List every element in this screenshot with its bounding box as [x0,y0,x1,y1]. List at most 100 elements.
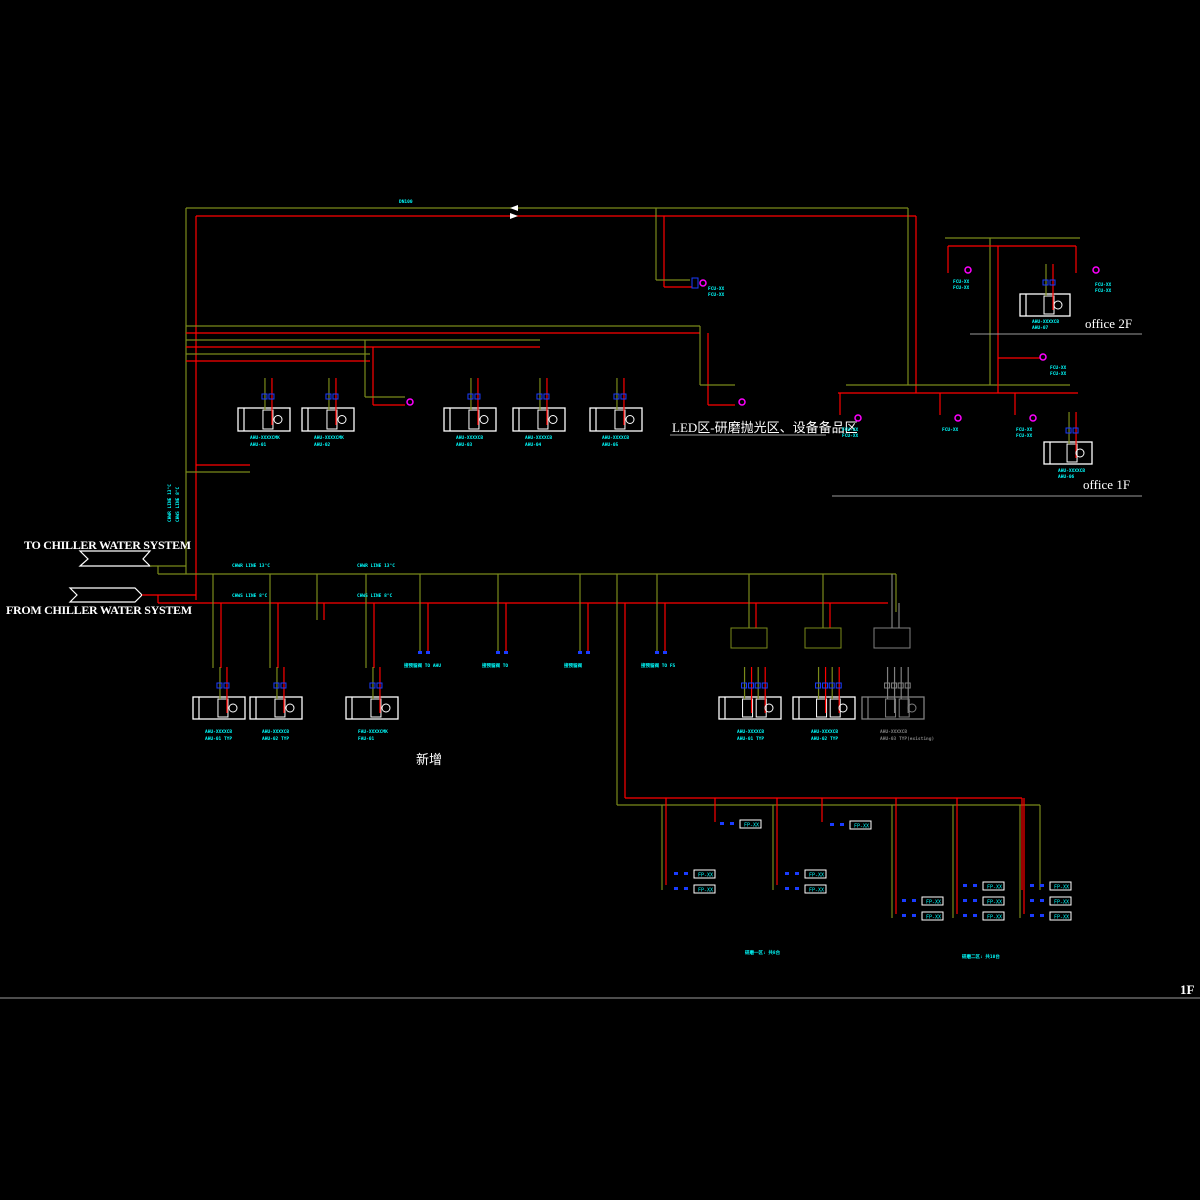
led-zone-label: LED区-研磨抛光区、设备备品区 [672,420,858,435]
fcu-terminal-label: FCU-XX [1050,372,1067,377]
fcu-valve [785,887,789,890]
flow-arrow [510,205,518,211]
reserved-valve [504,651,508,654]
dc-ahu-tag: AHU-03 TYP(existing) [880,737,935,742]
dc-ahu-coil-loop [804,627,842,649]
fcu-valve [902,899,906,902]
fcu-terminal-icon [738,398,746,406]
upper-ahu-tag: AHU-03 [456,443,473,448]
from-chiller-label: FROM CHILLER WATER SYSTEM [6,603,192,617]
fcu-box-label: FP-XX [1054,900,1069,906]
fcu-valve [1030,914,1034,917]
dc-ahu-tag: AHU-01 TYP [737,737,765,742]
office-1f-label: office 1F [1083,477,1131,492]
dc-ahu-coil-loop [873,627,911,649]
return-line-label-left: CHWR LINE 13°C [232,564,270,569]
dc-ahu-2 [792,696,856,720]
reserved-valve [496,651,500,654]
upper-ahu-3-fan-icon [479,415,489,424]
fcu-terminal-label: FCU-XX [842,428,859,433]
fcu-terminal-label: FCU-XX [953,280,970,285]
fcu-valve [795,872,799,875]
reserved-valve [655,651,659,654]
office-ahu-1f [1043,441,1093,465]
fcu-terminal-label: FCU-XX [953,286,970,291]
office-2f-label: office 2F [1085,316,1133,331]
upper-ahu-tag: AHU-02 [314,443,331,448]
dc-ahu-model: AHU-XXXXCB [737,730,765,735]
schematic-canvas: FP-XX FP-XX FP-XX FP-XX FP-XX FP-XX FP-XX FP-XX… [0,0,1200,1200]
piping-diagram: FP-XX FP-XX FP-XX FP-XX FP-XX FP-XX FP-XX FP-XX… [0,205,1200,999]
dc-ahu-3 [861,696,925,720]
fcu-box-label: FP-XX [987,900,1002,906]
reserved-valve [586,651,590,654]
fcu-box-label: FP-XX [809,888,824,894]
dc-ahu-model: AHU-XXXXCB [811,730,839,735]
fcu-terminal-valve [691,277,699,289]
fcu-valve [840,823,844,826]
fcu-terminal-icon [964,266,972,274]
reserved-valve [578,651,582,654]
fcu-box-label: FP-XX [1054,885,1069,891]
dc-ahu-coil-loop [730,627,768,649]
fcu-terminal-icon [1029,414,1037,422]
flow-arrow [510,213,518,219]
fcu-box-label: FP-XX [926,900,941,906]
supply-line-label-left: CHWS LINE 8°C [232,594,268,599]
return-line-label-right: CHWR LINE 13°C [357,564,395,569]
reserved-valve [663,651,667,654]
upper-ahu-4-fan-icon [548,415,558,424]
fcu-valve [912,899,916,902]
fcu-group-label: 研磨一区: 共8台 [745,951,781,956]
upper-ahu-5-fan-icon [625,415,635,424]
fcu-box-label: FP-XX [809,873,824,879]
reserved-drop-label: 接预留阀 TO [482,664,509,669]
office-ahu-2f-fan-icon [1053,300,1063,310]
reserved-valve [418,651,422,654]
fcu-valve [912,914,916,917]
supply-line-label-right: CHWS LINE 8°C [357,594,393,599]
fcu-valve [830,823,834,826]
fcu-valve [1040,914,1044,917]
fcu-valve [674,872,678,875]
dc-ahu-model: AHU-XXXXCB [880,730,908,735]
fcu-valve [963,899,967,902]
fcu-box-label: FP-XX [987,915,1002,921]
fcu-terminal-label: FCU-XX [1095,283,1112,288]
upper-ahu-model: AHU-XXXXCMK [314,436,344,441]
fcu-valve [730,822,734,825]
fcu-valve [1040,884,1044,887]
top-header-size: DN100 [399,200,413,205]
fcu-valve [963,884,967,887]
fcu-valve [1030,884,1034,887]
fcu-terminal-icon [1039,353,1047,361]
fcu-terminal-label: FCU-XX [1095,289,1112,294]
reserved-valve [426,651,430,654]
office-ahu-model: AHU-XXXXCB [1032,320,1060,325]
dc-ahu-1 [718,696,782,720]
fcu-valve [1040,899,1044,902]
fcu-box-label: FP-XX [744,823,759,829]
fcu-terminal-label: FCU-XX [708,287,725,292]
riser-label-b: CHWS LINE 8°C [176,486,181,522]
lower-ahu-2-fan-icon [285,703,295,713]
office-ahu-tag: AHU-06 [1058,475,1075,480]
fcu-valve [973,914,977,917]
fcu-terminal-label: FCU-XX [1016,434,1033,439]
to-chiller-label: TO CHILLER WATER SYSTEM [24,538,191,552]
office-ahu-model: AHU-XXXXCB [1058,469,1086,474]
new-addition-label: 新增 [416,752,443,767]
lower-ahu-3-fan-icon [381,703,391,713]
fcu-box-label: FP-XX [987,885,1002,891]
upper-ahu-model: AHU-XXXXCB [602,436,630,441]
lower-ahu-model: AHU-XXXXCB [205,730,233,735]
reserved-drop-label: 接预留阀 TO AHU [404,664,441,669]
upper-ahu-model: AHU-XXXXCB [456,436,484,441]
fcu-terminal-label: FCU-XX [708,293,725,298]
fcu-valve [973,884,977,887]
reserved-drop-label: 接预留阀 TO FS [641,664,676,669]
upper-ahu-tag: AHU-04 [525,443,542,448]
fcu-valve [963,914,967,917]
fcu-terminal-label: FCU-XX [942,428,959,433]
fcu-box-label: FP-XX [926,915,941,921]
